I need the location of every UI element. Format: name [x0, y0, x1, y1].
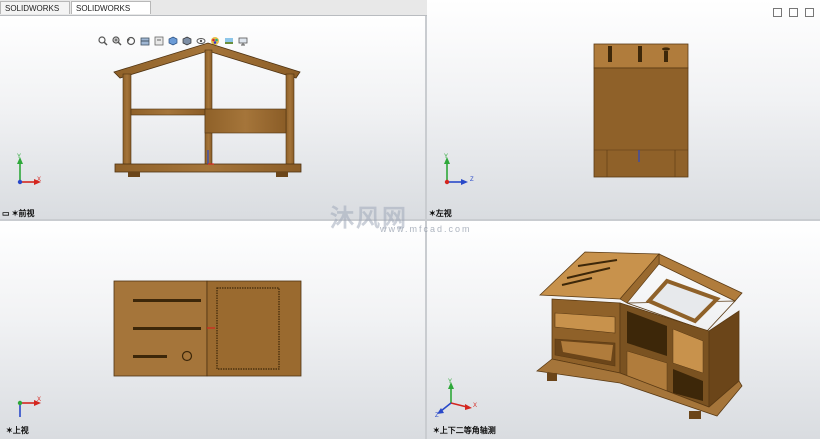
tab-solidworks-mbd[interactable]: SOLIDWORKS MBD [71, 1, 151, 26]
axis-label-y: Y [444, 154, 449, 160]
viewport-top[interactable]: X ✶上视 [0, 221, 425, 439]
viewport-isometric[interactable]: Y X Z ✶上下二等角轴测 [427, 221, 820, 439]
viewport-front-label: ▭ ✶前视 [2, 209, 35, 218]
axis-label-x: X [473, 403, 478, 409]
isometric-view-model [536, 251, 743, 419]
axis-label-y: Y [448, 379, 453, 385]
top-view-model [113, 280, 302, 377]
watermark-url: www.mfcad.com [380, 224, 472, 234]
front-view-model [113, 42, 302, 177]
viewport-left[interactable]: Y Z ✶左视 [427, 0, 820, 219]
axis-label-x: X [37, 397, 42, 403]
viewport-front[interactable]: Y X ▭ ✶前视 [0, 16, 425, 219]
triad-isometric [437, 382, 472, 414]
viewport-top-label: ✶上视 [6, 426, 29, 435]
triad-top [17, 400, 41, 417]
left-view-model [593, 43, 689, 178]
viewport-left-label: ✶左视 [429, 209, 452, 218]
axis-label-z: Z [470, 177, 474, 183]
axis-label-x: X [37, 177, 42, 183]
axis-label-y: Y [17, 154, 22, 160]
viewport-isometric-label: ✶上下二等角轴测 [433, 426, 496, 435]
tab-solidworks-addins[interactable]: SOLIDWORKS 插件 [0, 1, 70, 26]
axis-label-z: Z [435, 413, 439, 419]
